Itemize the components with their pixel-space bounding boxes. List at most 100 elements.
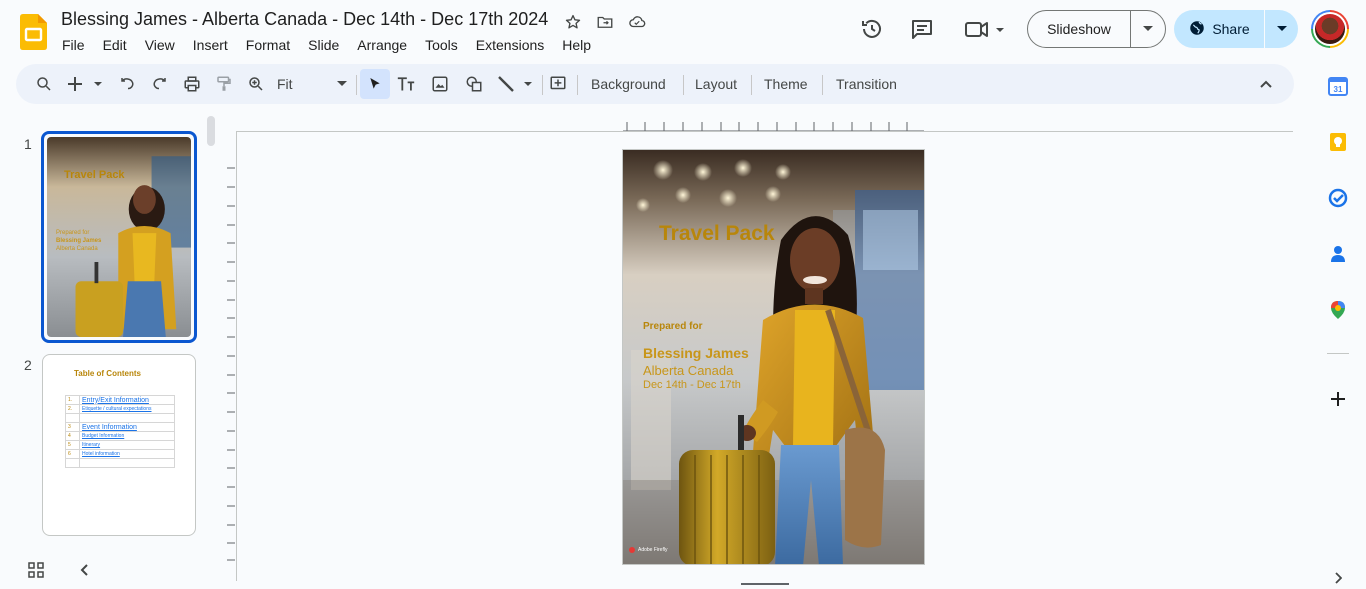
slide-title[interactable]: Travel Pack	[659, 222, 775, 246]
share-label: Share	[1212, 21, 1250, 37]
shape-icon[interactable]	[463, 72, 485, 96]
move-to-folder-icon[interactable]	[595, 12, 615, 32]
new-slide-icon[interactable]	[66, 72, 106, 96]
comments-icon[interactable]	[909, 16, 935, 42]
menu-format[interactable]: Format	[237, 35, 299, 55]
menu-bar: File Edit View Insert Format Slide Arran…	[53, 35, 600, 55]
menu-file[interactable]: File	[53, 35, 94, 55]
tasks-icon[interactable]	[1327, 187, 1349, 209]
print-icon[interactable]	[181, 72, 203, 96]
slideshow-button[interactable]: Slideshow	[1027, 10, 1166, 48]
toolbar-divider	[577, 75, 578, 95]
star-icon[interactable]	[563, 12, 583, 32]
collapse-toolbar-icon[interactable]	[1256, 72, 1276, 96]
thumbnail-prepared: Prepared for	[56, 230, 90, 236]
menu-slide[interactable]: Slide	[299, 35, 348, 55]
theme-button[interactable]: Theme	[764, 72, 808, 96]
current-slide[interactable]: Travel Pack Prepared for Blessing James …	[622, 149, 925, 565]
toc-link[interactable]: Budget Information	[82, 433, 124, 439]
toolbar: Fit Background Layout Theme Transition	[16, 64, 1294, 104]
toc-link[interactable]: Itinerary	[82, 442, 100, 448]
toc-number: 6	[65, 449, 80, 459]
slide-number-2: 2	[24, 357, 32, 373]
layout-button[interactable]: Layout	[695, 72, 737, 96]
maps-icon[interactable]	[1327, 299, 1349, 321]
zoom-icon[interactable]	[245, 72, 267, 96]
client-dates[interactable]: Dec 14th - Dec 17th	[643, 379, 741, 391]
toc-title: Table of Contents	[74, 369, 141, 378]
table-row: 5 Itinerary	[65, 440, 175, 450]
client-name[interactable]: Blessing James	[643, 345, 749, 361]
menu-edit[interactable]: Edit	[94, 35, 136, 55]
search-menus-icon[interactable]	[32, 72, 56, 96]
table-row: 2. Etiquette / cultural expectations	[65, 404, 175, 414]
toc-link[interactable]: Etiquette / cultural expectations	[82, 406, 152, 412]
zoom-select[interactable]: Fit	[277, 72, 347, 96]
share-dropdown-icon[interactable]	[1265, 10, 1298, 48]
menu-arrange[interactable]: Arrange	[348, 35, 416, 55]
toc-number: 2.	[65, 404, 80, 414]
text-box-icon[interactable]	[395, 72, 417, 96]
slides-logo-icon[interactable]	[20, 14, 47, 50]
document-title[interactable]: Blessing James - Alberta Canada - Dec 14…	[61, 9, 548, 30]
grid-view-icon[interactable]	[27, 561, 45, 579]
paint-format-icon[interactable]	[213, 72, 235, 96]
select-tool-icon[interactable]	[360, 69, 390, 99]
thumbnail-location: Alberta Canada	[56, 246, 98, 252]
filmstrip-scrollbar[interactable]	[207, 116, 215, 146]
redo-icon[interactable]	[148, 72, 170, 96]
slide-thumbnail-1[interactable]: Travel Pack Prepared for Blessing James …	[41, 131, 197, 343]
layout-label: Layout	[695, 76, 738, 92]
toc-link[interactable]: Entry/Exit Information	[82, 397, 149, 404]
client-location[interactable]: Alberta Canada	[643, 363, 733, 378]
share-main[interactable]: Share	[1174, 10, 1265, 48]
table-row: 1. Entry/Exit Information	[65, 395, 175, 405]
slideshow-dropdown-icon[interactable]	[1131, 11, 1165, 47]
table-row	[65, 458, 175, 468]
toolbar-divider	[356, 75, 357, 95]
watermark-text: Adobe Firefly	[638, 547, 668, 553]
menu-help[interactable]: Help	[553, 35, 600, 55]
undo-icon[interactable]	[117, 72, 139, 96]
menu-tools[interactable]: Tools	[416, 35, 467, 55]
calendar-icon[interactable]: 31	[1327, 75, 1349, 97]
expand-panel-icon[interactable]	[1327, 568, 1349, 588]
line-tool-icon[interactable]	[496, 72, 536, 96]
zoom-dropdown-icon	[337, 81, 347, 86]
menu-insert[interactable]: Insert	[184, 35, 237, 55]
thumbnail-details: Prepared for Blessing James Alberta Cana…	[56, 229, 101, 253]
slide-number-1: 1	[24, 136, 32, 152]
contacts-icon[interactable]	[1327, 243, 1349, 265]
collapse-filmstrip-icon[interactable]	[75, 561, 93, 579]
toc-number: 3	[65, 422, 80, 432]
slideshow-label[interactable]: Slideshow	[1028, 11, 1131, 47]
version-history-icon[interactable]	[859, 16, 885, 42]
watermark: Adobe Firefly	[629, 547, 667, 553]
keep-icon[interactable]	[1327, 131, 1349, 153]
top-bar: Blessing James - Alberta Canada - Dec 14…	[0, 0, 1366, 62]
side-panel: 31	[1310, 62, 1366, 589]
table-row	[65, 413, 175, 423]
add-addon-icon[interactable]	[1327, 388, 1349, 410]
transition-button[interactable]: Transition	[836, 72, 897, 96]
theme-label: Theme	[764, 76, 808, 92]
cloud-saved-icon[interactable]	[627, 12, 647, 32]
horizontal-ruler	[623, 122, 924, 131]
toc-link[interactable]: Hotel information	[82, 451, 120, 457]
toolbar-divider	[751, 75, 752, 95]
account-avatar[interactable]	[1311, 10, 1349, 48]
toc-number: 1.	[65, 395, 80, 405]
meet-icon[interactable]	[962, 16, 1008, 42]
prepared-for-text[interactable]: Prepared for	[643, 321, 702, 332]
toc-link[interactable]: Event Information	[82, 424, 137, 431]
add-comment-icon[interactable]	[547, 72, 569, 96]
insert-image-icon[interactable]	[429, 72, 451, 96]
horizontal-scrollbar[interactable]	[741, 583, 789, 585]
menu-extensions[interactable]: Extensions	[467, 35, 553, 55]
menu-view[interactable]: View	[136, 35, 184, 55]
slide-thumbnail-2[interactable]: Table of Contents 1. Entry/Exit Informati…	[42, 354, 196, 536]
globe-icon	[1188, 19, 1206, 40]
toolbar-divider	[542, 75, 543, 95]
background-button[interactable]: Background	[591, 72, 666, 96]
share-button[interactable]: Share	[1174, 10, 1298, 48]
